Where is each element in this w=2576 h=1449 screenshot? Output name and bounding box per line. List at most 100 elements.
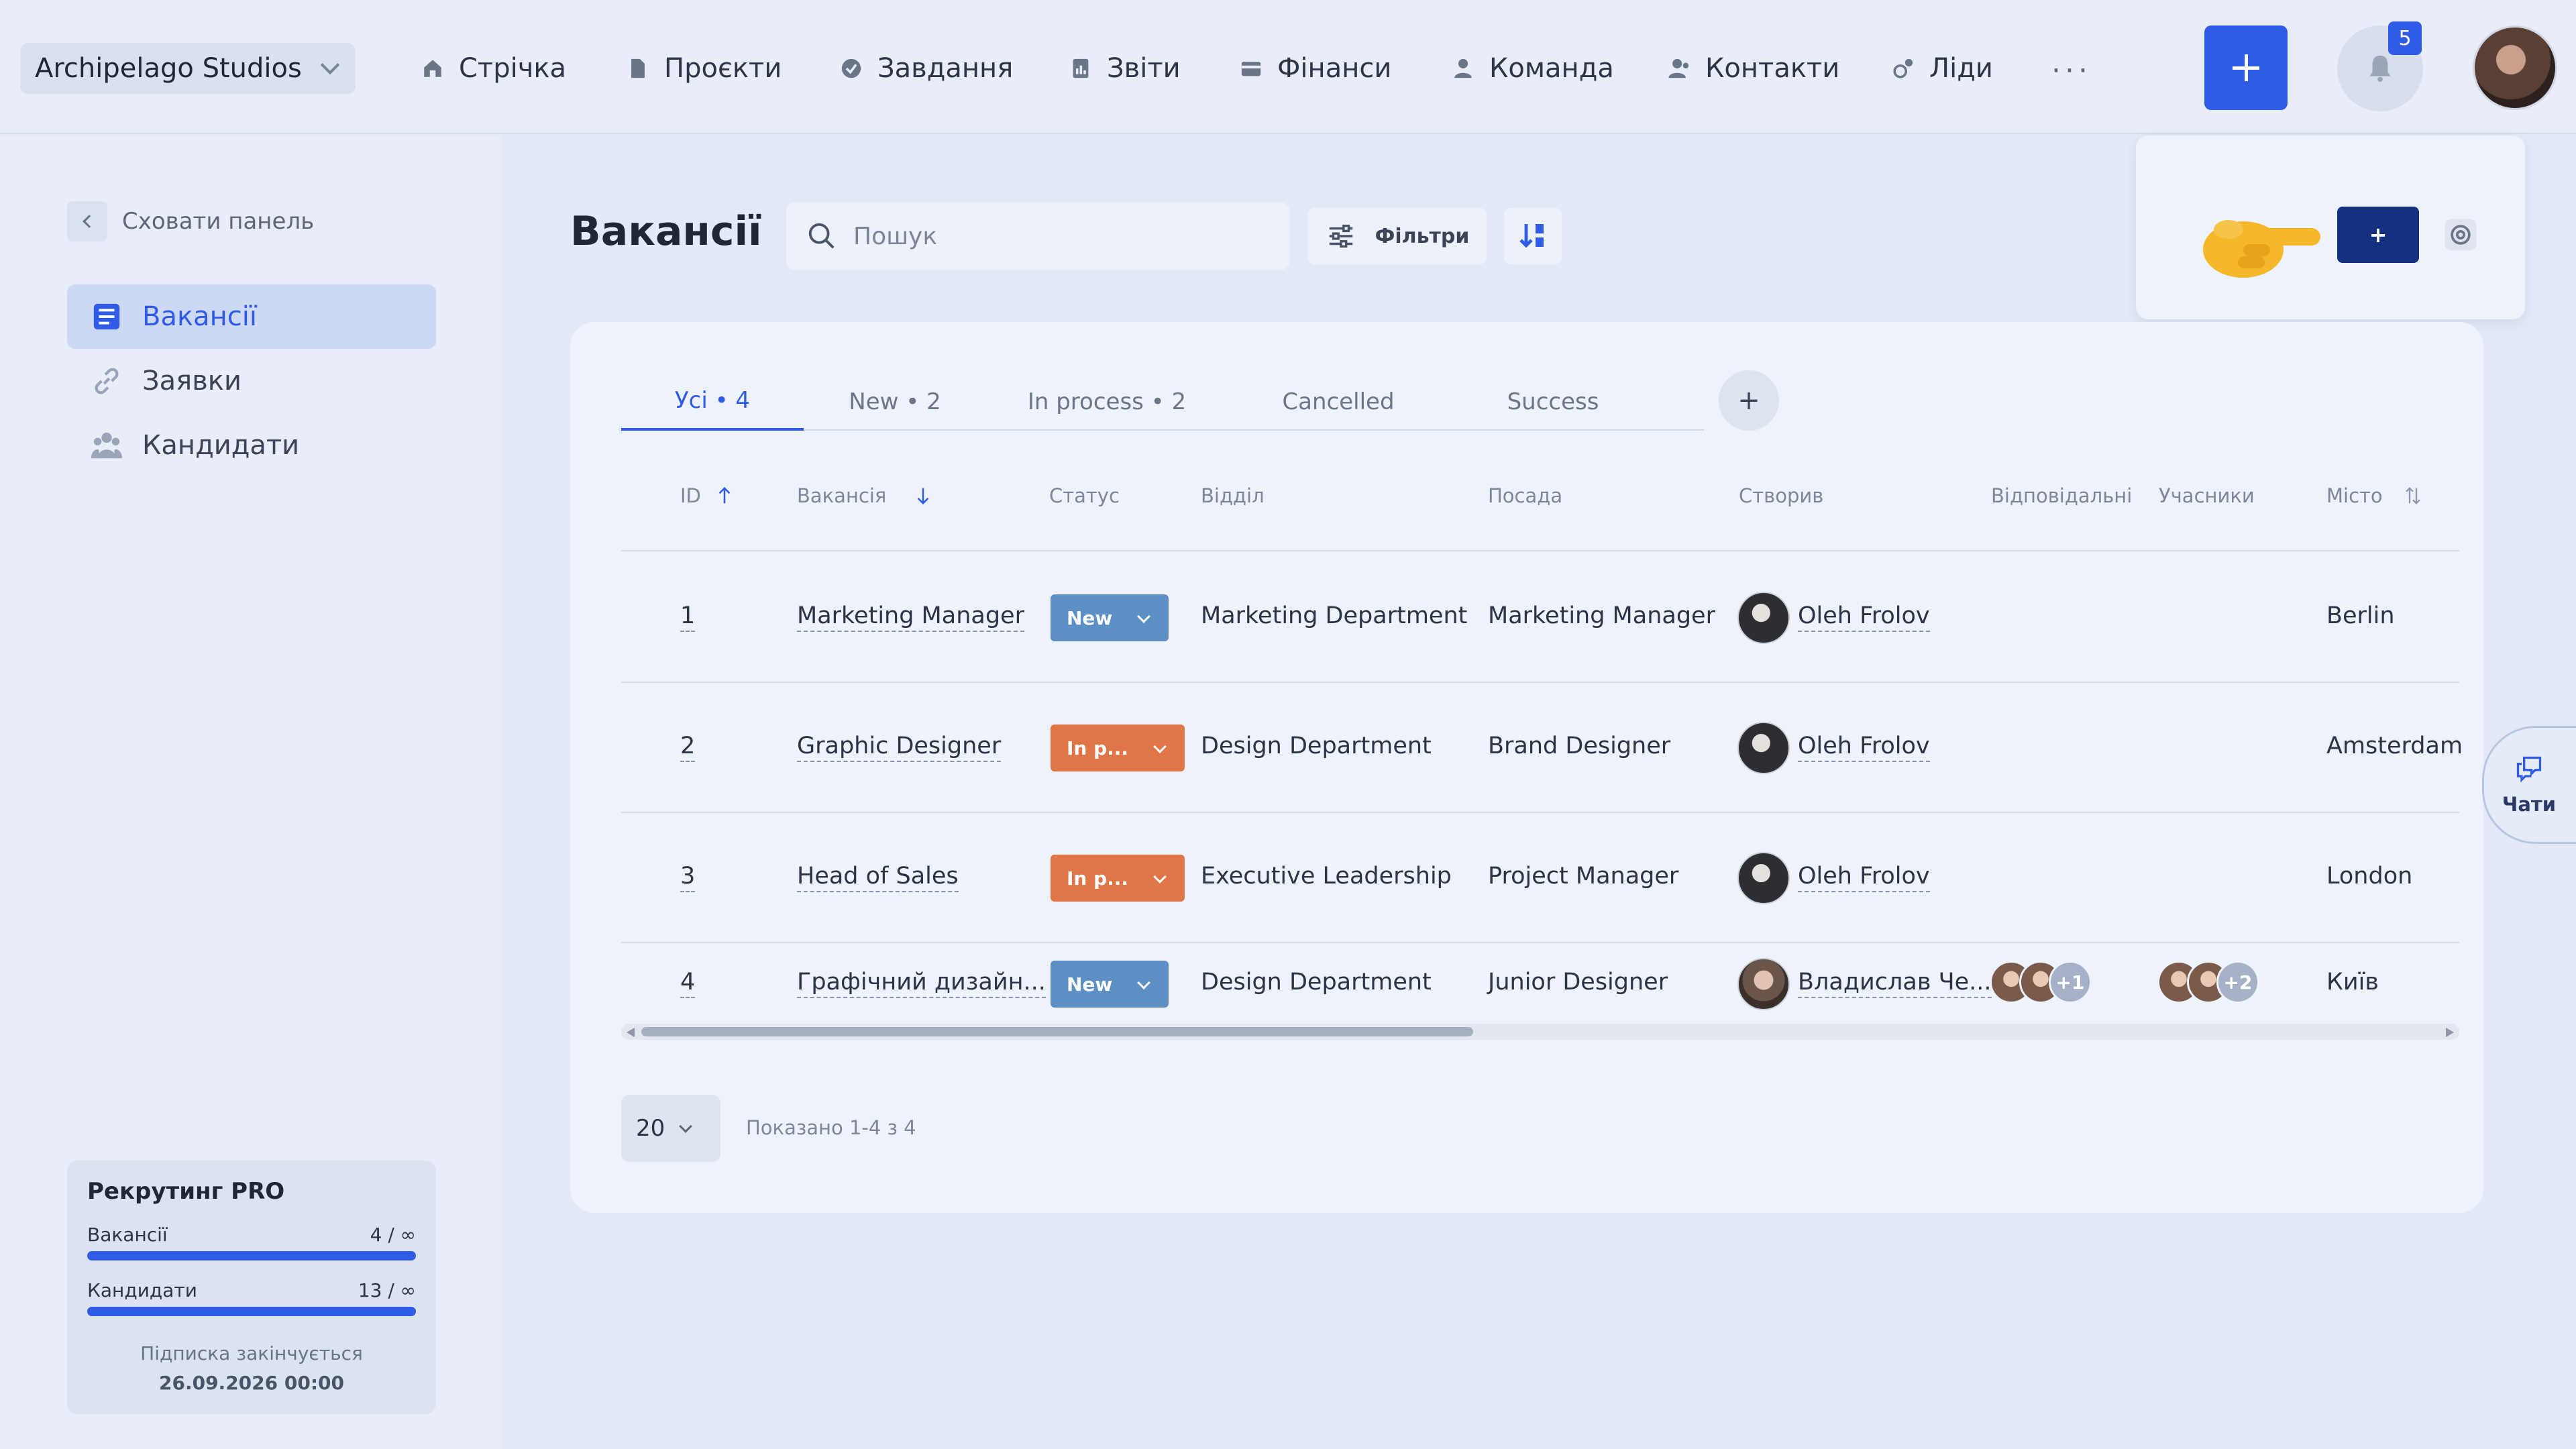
filters-button[interactable]: Фільтри [1308, 208, 1487, 264]
row-id[interactable]: 1 [680, 602, 696, 632]
sidebar-item-vacancies[interactable]: Вакансії [67, 284, 436, 349]
sidebar-item-label: Заявки [142, 366, 241, 396]
plan-vacancies-label: Вакансії [87, 1224, 168, 1246]
responsible-more-badge[interactable]: +1 [2049, 961, 2092, 1004]
search-icon [808, 223, 835, 249]
nav-item-finance[interactable]: Фінанси [1240, 43, 1391, 94]
tab-cancelled[interactable]: Cancelled [1228, 373, 1449, 431]
nav-item-reports[interactable]: Звіти [1069, 43, 1181, 94]
status-dropdown[interactable]: In p... [1051, 724, 1185, 771]
chevron-down-icon [679, 1120, 693, 1133]
nav-item-contacts[interactable]: Контакти [1668, 43, 1839, 94]
nav-label: Фінанси [1277, 53, 1392, 84]
chats-button[interactable]: Чати [2482, 726, 2576, 844]
row-id[interactable]: 2 [680, 733, 696, 762]
sliders-icon [1329, 224, 1352, 248]
list-icon [91, 301, 122, 332]
chevron-down-icon [320, 55, 340, 75]
workspace-name: Archipelago Studios [35, 53, 302, 84]
user-icon [1452, 57, 1474, 80]
nav-item-leads[interactable]: Ліди [1892, 43, 1993, 94]
sidebar-item-label: Вакансії [142, 301, 257, 332]
column-label: Посада [1488, 484, 1563, 507]
tab-in-process[interactable]: In process • 2 [986, 373, 1228, 431]
column-header-vacancy[interactable]: Вакансія [797, 484, 933, 507]
vacancy-link[interactable]: Head of Sales [797, 863, 959, 892]
report-icon [1069, 57, 1092, 80]
column-label: Місто [2326, 484, 2383, 507]
chevron-down-icon [1153, 740, 1167, 753]
gear-icon[interactable] [2442, 216, 2479, 254]
scroll-left-icon[interactable] [627, 1028, 635, 1037]
sort-both-icon [2405, 487, 2420, 504]
column-header-status[interactable]: Статус [1049, 484, 1120, 507]
create-button[interactable] [2204, 25, 2288, 110]
user-avatar[interactable] [2473, 25, 2557, 110]
creator-link[interactable]: Oleh Frolov [1798, 602, 1930, 632]
participants-more-badge[interactable]: +2 [2216, 961, 2259, 1004]
status-dropdown[interactable]: New [1051, 594, 1169, 641]
column-label: Вакансія [797, 484, 887, 507]
creator-link[interactable]: Oleh Frolov [1798, 863, 1930, 892]
creator-link[interactable]: Oleh Frolov [1798, 733, 1930, 762]
nav-item-team[interactable]: Команда [1452, 43, 1614, 94]
row-id[interactable]: 3 [680, 863, 696, 892]
nav-label: Звіти [1107, 53, 1181, 84]
plan-candidates-bar [87, 1307, 416, 1316]
workspace-selector[interactable]: Archipelago Studios [20, 43, 356, 94]
chats-label: Чати [2502, 793, 2557, 816]
column-header-position[interactable]: Посада [1488, 484, 1562, 507]
column-header-id[interactable]: ID [680, 484, 735, 507]
more-menu-button[interactable]: ··· [2051, 54, 2092, 88]
status-label: New [1067, 973, 1113, 996]
nav-label: Проєкти [664, 53, 782, 84]
city: Berlin [2326, 602, 2395, 629]
search-input[interactable]: Пошук [786, 203, 1289, 270]
creator-avatar [1737, 722, 1790, 774]
arrow-up-icon [718, 486, 731, 504]
column-header-responsible[interactable]: Відповідальні [1991, 484, 2132, 507]
position: Marketing Manager [1488, 602, 1715, 629]
vacancy-link[interactable]: Marketing Manager [797, 602, 1024, 632]
add-tab-button[interactable]: + [1719, 370, 1779, 431]
tip-create-button[interactable]: + [2337, 207, 2419, 263]
horizontal-scrollbar[interactable] [621, 1024, 2459, 1040]
creator-avatar [1737, 852, 1790, 904]
city: Київ [2326, 969, 2379, 996]
nav-label: Стрічка [459, 53, 567, 84]
creator-link[interactable]: Владислав Че... [1798, 969, 1992, 998]
scrollbar-thumb[interactable] [641, 1027, 1473, 1036]
column-header-city[interactable]: Місто [2326, 484, 2423, 507]
bell-icon [2369, 55, 2391, 83]
row-id[interactable]: 4 [680, 969, 696, 998]
nav-label: Завдання [877, 53, 1014, 84]
hide-panel-button[interactable]: Сховати панель [67, 201, 314, 241]
sidebar-item-applications[interactable]: Заявки [67, 349, 436, 413]
per-page-select[interactable]: 20 [621, 1095, 720, 1162]
plan-vacancies-value: 4 / ∞ [370, 1224, 416, 1246]
vacancy-link[interactable]: Graphic Designer [797, 733, 1002, 762]
scroll-right-icon[interactable] [2446, 1028, 2454, 1037]
sort-button[interactable] [1504, 208, 1562, 264]
column-header-department[interactable]: Відділ [1201, 484, 1265, 507]
nav-label: Команда [1489, 53, 1614, 84]
status-dropdown[interactable]: New [1051, 961, 1169, 1008]
table-row-divider [621, 682, 2459, 683]
nav-item-projects[interactable]: Проєкти [627, 43, 782, 94]
plan-title: Рекрутинг PRO [87, 1178, 285, 1205]
column-header-participants[interactable]: Учасники [2159, 484, 2255, 507]
status-dropdown[interactable]: In p... [1051, 855, 1185, 902]
tab-all[interactable]: Усі • 4 [621, 373, 804, 431]
department: Executive Leadership [1201, 863, 1452, 890]
column-label: Учасники [2159, 484, 2255, 507]
position: Junior Designer [1488, 969, 1668, 996]
nav-item-tasks[interactable]: Завдання [840, 43, 1013, 94]
tab-success[interactable]: Success [1449, 373, 1657, 431]
sidebar-item-candidates[interactable]: Кандидати [67, 413, 436, 478]
vacancy-link[interactable]: Графічний дизайн... [797, 969, 1046, 998]
column-header-creator[interactable]: Створив [1739, 484, 1823, 507]
nav-item-feed[interactable]: Стрічка [421, 43, 566, 94]
chevron-down-icon [1137, 976, 1150, 989]
tab-new[interactable]: New • 2 [804, 373, 986, 431]
table-row-divider [621, 812, 2459, 813]
